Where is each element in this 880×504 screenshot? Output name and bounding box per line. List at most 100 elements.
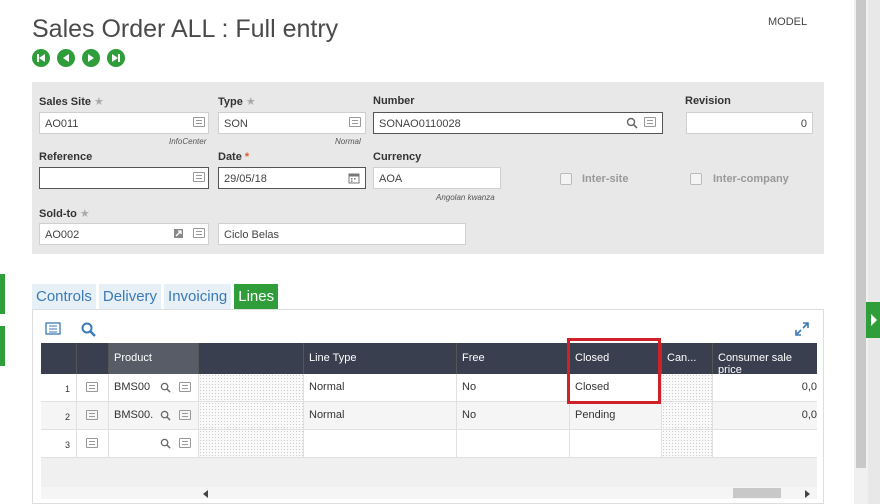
section-tabs: Controls Delivery Invoicing Lines bbox=[32, 284, 279, 309]
consumer-price-cell[interactable] bbox=[713, 430, 817, 458]
sales-order-page: Sales Order ALL : Full entry MODEL Sales… bbox=[0, 0, 880, 504]
blank-cell bbox=[199, 374, 304, 402]
row-action-header bbox=[77, 343, 109, 374]
tab-delivery[interactable]: Delivery bbox=[98, 284, 162, 309]
can-cell bbox=[662, 402, 713, 430]
detail-icon[interactable] bbox=[179, 382, 191, 392]
tab-lines[interactable]: Lines bbox=[234, 284, 279, 309]
search-icon[interactable] bbox=[160, 438, 171, 449]
revision-label: Revision bbox=[685, 95, 731, 107]
lines-grid: Product Line Type Free Closed Can... Con… bbox=[41, 343, 817, 493]
last-record-icon[interactable] bbox=[107, 49, 125, 67]
type-label: Type ★ bbox=[218, 96, 256, 108]
detail-icon[interactable] bbox=[193, 172, 205, 182]
scroll-right-icon[interactable] bbox=[805, 490, 811, 498]
column-header-free[interactable]: Free bbox=[457, 343, 570, 374]
currency-label: Currency bbox=[373, 151, 422, 163]
column-header-can[interactable]: Can... bbox=[662, 343, 713, 374]
column-header-line-type[interactable]: Line Type bbox=[304, 343, 457, 374]
reference-field[interactable] bbox=[39, 167, 209, 189]
horizontal-scrollbar[interactable] bbox=[41, 487, 817, 499]
line-type-cell[interactable] bbox=[304, 430, 457, 458]
inter-company-checkbox[interactable] bbox=[690, 173, 702, 185]
blank-cell bbox=[199, 430, 304, 458]
consumer-price-cell[interactable]: 0,0 bbox=[713, 402, 817, 430]
number-field[interactable]: SONAO0110028 bbox=[373, 112, 663, 134]
number-label: Number bbox=[373, 95, 415, 107]
table-row-action[interactable] bbox=[77, 430, 109, 458]
line-type-cell[interactable]: Normal bbox=[304, 374, 457, 402]
vertical-scroll-thumb[interactable] bbox=[856, 0, 866, 468]
tab-controls[interactable]: Controls bbox=[32, 284, 96, 309]
product-cell[interactable] bbox=[109, 430, 199, 458]
sold-to-field[interactable]: AO002 bbox=[39, 223, 209, 245]
row-detail-icon[interactable] bbox=[86, 438, 98, 448]
sales-site-field[interactable]: AO011 bbox=[39, 112, 209, 134]
column-header-consumer-sale-price[interactable]: Consumer sale price bbox=[713, 343, 817, 376]
row-detail-icon[interactable] bbox=[86, 382, 98, 392]
table-row-action[interactable] bbox=[77, 374, 109, 402]
reference-label: Reference bbox=[39, 151, 93, 163]
horizontal-scroll-thumb[interactable] bbox=[733, 488, 781, 498]
detail-icon[interactable] bbox=[193, 228, 205, 238]
lines-panel: Product Line Type Free Closed Can... Con… bbox=[32, 309, 824, 504]
page-title: Sales Order ALL : Full entry bbox=[32, 15, 339, 43]
grid-detail-icon[interactable] bbox=[45, 322, 61, 335]
previous-record-icon[interactable] bbox=[57, 49, 75, 67]
detail-icon[interactable] bbox=[349, 117, 361, 127]
currency-description: Angolan kwanza bbox=[436, 193, 495, 202]
sold-to-label: Sold-to ★ bbox=[39, 208, 90, 220]
detail-icon[interactable] bbox=[193, 117, 205, 127]
inter-site-checkbox[interactable] bbox=[560, 173, 572, 185]
row-number: 1 bbox=[41, 374, 77, 402]
scroll-left-icon[interactable] bbox=[203, 490, 209, 498]
inter-site-label: Inter-site bbox=[582, 173, 629, 185]
right-panel-edge bbox=[868, 0, 880, 504]
inter-company-label: Inter-company bbox=[713, 173, 789, 185]
product-cell[interactable]: BMS00 bbox=[109, 374, 199, 402]
type-field[interactable]: SON bbox=[218, 112, 366, 134]
search-icon[interactable] bbox=[626, 117, 638, 129]
table-row-action[interactable] bbox=[77, 402, 109, 430]
search-icon[interactable] bbox=[160, 410, 171, 421]
detail-icon[interactable] bbox=[644, 117, 656, 127]
column-header-product[interactable]: Product bbox=[109, 343, 199, 374]
row-number: 3 bbox=[41, 430, 77, 458]
consumer-price-cell[interactable]: 0,0 bbox=[713, 374, 817, 402]
expand-icon[interactable] bbox=[795, 322, 809, 336]
can-cell bbox=[662, 430, 713, 458]
row-detail-icon[interactable] bbox=[86, 410, 98, 420]
closed-cell[interactable] bbox=[570, 430, 662, 458]
date-label: Date * bbox=[218, 151, 250, 163]
type-description: Normal bbox=[335, 137, 361, 146]
can-cell bbox=[662, 374, 713, 402]
sales-site-description: InfoCenter bbox=[169, 137, 207, 146]
next-record-icon[interactable] bbox=[82, 49, 100, 67]
link-icon[interactable] bbox=[173, 228, 184, 239]
revision-field[interactable]: 0 bbox=[686, 112, 813, 134]
search-icon[interactable] bbox=[160, 382, 171, 393]
free-cell[interactable]: No bbox=[457, 402, 570, 430]
right-panel-toggle-icon[interactable] bbox=[866, 302, 880, 338]
record-navigation bbox=[32, 49, 125, 67]
left-panel-toggle[interactable] bbox=[0, 274, 5, 366]
date-field[interactable]: 29/05/18 bbox=[218, 167, 366, 189]
product-cell[interactable]: BMS00. bbox=[109, 402, 199, 430]
free-cell[interactable]: No bbox=[457, 374, 570, 402]
closed-cell[interactable]: Pending bbox=[570, 402, 662, 430]
line-type-cell[interactable]: Normal bbox=[304, 402, 457, 430]
row-number-header bbox=[41, 343, 77, 374]
free-cell[interactable] bbox=[457, 430, 570, 458]
detail-icon[interactable] bbox=[179, 438, 191, 448]
tab-invoicing[interactable]: Invoicing bbox=[164, 284, 232, 309]
calendar-icon[interactable] bbox=[348, 172, 360, 184]
sales-site-label: Sales Site ★ bbox=[39, 96, 104, 108]
column-header-blank bbox=[199, 343, 304, 374]
currency-field[interactable]: AOA bbox=[373, 167, 501, 189]
grid-search-icon[interactable] bbox=[81, 322, 96, 337]
detail-icon[interactable] bbox=[179, 410, 191, 420]
first-record-icon[interactable] bbox=[32, 49, 50, 67]
row-number: 2 bbox=[41, 402, 77, 430]
closed-column-highlight bbox=[567, 338, 661, 404]
sold-to-name-field: Ciclo Belas bbox=[218, 223, 466, 245]
